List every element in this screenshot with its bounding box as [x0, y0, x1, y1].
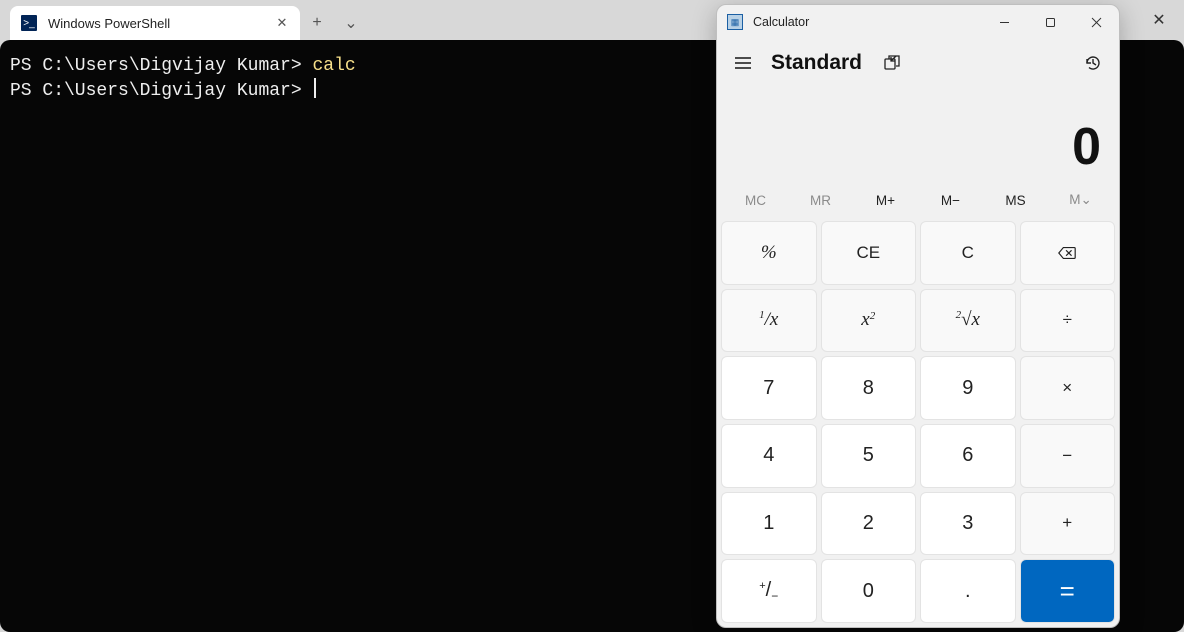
- calculator-window: ▦ Calculator Standard: [716, 4, 1120, 628]
- window-close-button[interactable]: ✕: [1134, 0, 1184, 40]
- calculator-app-title: Calculator: [753, 15, 809, 29]
- memory-store[interactable]: MS: [983, 193, 1048, 208]
- key-divide[interactable]: ÷: [1020, 289, 1116, 353]
- key-7[interactable]: 7: [721, 356, 817, 420]
- key-1[interactable]: 1: [721, 492, 817, 556]
- key-reciprocal[interactable]: 1/x: [721, 289, 817, 353]
- key-decimal[interactable]: .: [920, 559, 1016, 623]
- memory-clear[interactable]: MC: [723, 193, 788, 208]
- memory-row: MC MR M+ M− MS M⌄: [717, 183, 1119, 217]
- memory-list[interactable]: M⌄: [1048, 192, 1113, 208]
- tab-close-button[interactable]: ✕: [274, 15, 290, 31]
- key-multiply[interactable]: ×: [1020, 356, 1116, 420]
- calculator-header: Standard: [717, 39, 1119, 87]
- key-backspace[interactable]: [1020, 221, 1116, 285]
- menu-button[interactable]: [729, 49, 757, 77]
- key-4[interactable]: 4: [721, 424, 817, 488]
- powershell-icon: >_: [20, 14, 38, 32]
- keypad: % CE C 1/x x2 2√x ÷ 7 8 9 × 4 5 6 − 1 2 …: [717, 217, 1119, 627]
- key-2[interactable]: 2: [821, 492, 917, 556]
- tab-title: Windows PowerShell: [48, 16, 264, 31]
- close-button[interactable]: [1073, 5, 1119, 39]
- key-8[interactable]: 8: [821, 356, 917, 420]
- key-negate[interactable]: +/−: [721, 559, 817, 623]
- key-square[interactable]: x2: [821, 289, 917, 353]
- terminal-cursor: [314, 78, 316, 98]
- calculator-titlebar[interactable]: ▦ Calculator: [717, 5, 1119, 39]
- mode-title: Standard: [771, 51, 862, 75]
- key-add[interactable]: +: [1020, 492, 1116, 556]
- key-equals[interactable]: =: [1020, 559, 1116, 623]
- memory-subtract[interactable]: M−: [918, 193, 983, 208]
- memory-add[interactable]: M+: [853, 193, 918, 208]
- key-5[interactable]: 5: [821, 424, 917, 488]
- maximize-button[interactable]: [1027, 5, 1073, 39]
- history-button[interactable]: [1079, 49, 1107, 77]
- calculator-app-icon: ▦: [727, 14, 743, 30]
- key-subtract[interactable]: −: [1020, 424, 1116, 488]
- key-3[interactable]: 3: [920, 492, 1016, 556]
- key-clear[interactable]: C: [920, 221, 1016, 285]
- new-tab-button[interactable]: +: [300, 6, 334, 40]
- key-sqrt[interactable]: 2√x: [920, 289, 1016, 353]
- memory-recall[interactable]: MR: [788, 193, 853, 208]
- calculator-display: 0: [717, 87, 1119, 183]
- key-9[interactable]: 9: [920, 356, 1016, 420]
- minimize-button[interactable]: [981, 5, 1027, 39]
- key-6[interactable]: 6: [920, 424, 1016, 488]
- keep-on-top-button[interactable]: [878, 49, 906, 77]
- key-0[interactable]: 0: [821, 559, 917, 623]
- key-percent[interactable]: %: [721, 221, 817, 285]
- tab-dropdown-button[interactable]: ⌄: [334, 6, 368, 40]
- key-clear-entry[interactable]: CE: [821, 221, 917, 285]
- terminal-tab-powershell[interactable]: >_ Windows PowerShell ✕: [10, 6, 300, 40]
